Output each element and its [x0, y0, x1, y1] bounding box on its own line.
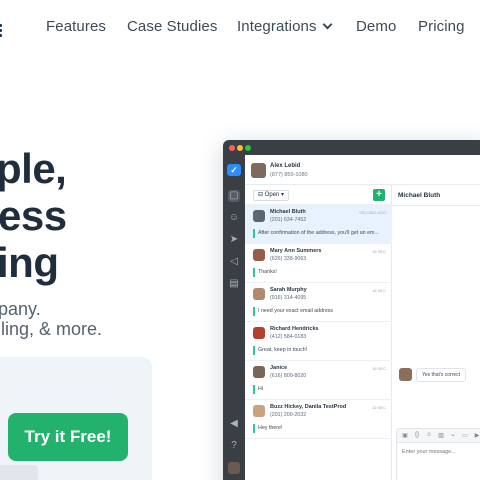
message-preview: Hi [258, 386, 264, 392]
conversation-item[interactable]: Janice (616) 800-8020 16 SEC Hi [245, 361, 392, 400]
window-titlebar [223, 140, 480, 155]
contact-name: Buzz Hickey, Danila TestProd [270, 404, 347, 410]
conversation-time: 16 SEC [372, 366, 386, 371]
nav-integrations-label: Integrations [237, 18, 317, 35]
conversation-item[interactable]: Sarah Murphy (916) 314-4095 16 SEC I nee… [245, 283, 392, 322]
chevron-down-icon [322, 19, 333, 30]
nav-pricing[interactable]: Pricing [418, 18, 465, 35]
conversation-time: 16 SEC [372, 288, 386, 293]
contact-phone: (616) 800-8020 [270, 373, 307, 379]
new-conversation-button[interactable]: + [373, 189, 385, 201]
close-dot-icon [229, 145, 235, 151]
contact-name: Sarah Murphy [270, 287, 307, 293]
send-icon[interactable]: ➤ [228, 234, 240, 246]
chat-icon[interactable]: ▢ [228, 190, 240, 202]
image-icon[interactable]: ▨ [437, 432, 445, 439]
top-nav: Features Case Studies Integrations Demo … [0, 0, 480, 56]
conversation-time: 16 SEC [372, 249, 386, 254]
message-indicator [253, 385, 255, 394]
contact-avatar [253, 210, 265, 222]
message-preview: Hey there! [258, 425, 283, 431]
agent-avatar [399, 368, 412, 381]
conversation-item[interactable]: Buzz Hickey, Danila TestProd (201) 200-2… [245, 400, 392, 439]
nav-features[interactable]: Features [46, 18, 106, 35]
list-toolbar: ⊟ Open ▾ + [245, 185, 392, 205]
contact-name: Mary Ann Summers [270, 248, 322, 254]
message-preview: Thanks! [258, 269, 277, 275]
nav-demo[interactable]: Demo [356, 18, 396, 35]
secondary-button-fragment [0, 465, 38, 480]
message-input[interactable] [402, 449, 480, 455]
user-avatar[interactable] [228, 462, 240, 474]
template-icon[interactable]: ▣ [401, 432, 409, 439]
contact-name: Janice [270, 365, 288, 371]
attachment-icon[interactable]: ⌁ [449, 432, 457, 439]
try-free-button[interactable]: Try it Free! [8, 413, 128, 461]
message-preview: Great, keep in touch! [258, 347, 308, 353]
maximize-dot-icon [245, 145, 251, 151]
contact-avatar [253, 405, 265, 417]
gif-icon[interactable]: ▭ [461, 432, 469, 439]
app-sidebar-rail: ✓ ▢ ☺ ➤ ◁ ▤ ◀ ? [223, 155, 245, 480]
contact-phone: (412) 584-0183 [270, 334, 307, 340]
message-bubble: Yes that's correct [416, 368, 467, 382]
hero-title-line-3: ing [0, 239, 59, 286]
message-preview: I need your exact email address [258, 308, 334, 314]
conversation-list: ⊟ Open ▾ + Michael Bluth (201) 634-7452 … [245, 185, 392, 480]
app-header [245, 155, 480, 185]
composer-toolbar: ▣ {} ☺ ▨ ⌁ ▭ ▶ [397, 429, 480, 443]
header-contact-name: Alex Lebid [270, 163, 301, 169]
message-preview: After confirmation of the address, you'l… [258, 230, 379, 236]
conversation-item[interactable]: Richard Hendricks (412) 584-0183 Great, … [245, 322, 392, 361]
message-indicator [253, 229, 255, 238]
contact-name: Richard Hendricks [270, 326, 319, 332]
megaphone-icon[interactable]: ◀ [228, 418, 240, 430]
inbox-icon: ⊟ [258, 192, 265, 198]
conversation-time: SECOND AGO [359, 210, 386, 215]
hero-subtitle-line-1: pany. [0, 299, 41, 319]
contact-name: Michael Bluth [270, 209, 306, 215]
conversation-item[interactable]: Mary Ann Summers (626) 338-9063 16 SEC T… [245, 244, 392, 283]
contact-avatar [253, 366, 265, 378]
message-indicator [253, 268, 255, 277]
message-indicator [253, 424, 255, 433]
nav-case-studies[interactable]: Case Studies [127, 18, 217, 35]
minimize-dot-icon [237, 145, 243, 151]
chevron-down-icon: ▾ [279, 192, 285, 198]
hero-title-line-2: ess [0, 192, 67, 239]
contacts-icon[interactable]: ☺ [228, 212, 240, 224]
message-indicator [253, 346, 255, 355]
contact-phone: (201) 200-2032 [270, 412, 307, 418]
header-contact-phone: (877) 850-1080 [270, 172, 308, 178]
contact-phone: (201) 634-7452 [270, 217, 307, 223]
status-filter-label: Open [264, 192, 280, 198]
hero-title-line-1: ple, [0, 145, 67, 192]
contact-avatar [253, 249, 265, 261]
contact-avatar [253, 288, 265, 300]
contact-phone: (626) 338-9063 [270, 256, 307, 262]
contact-avatar [253, 327, 265, 339]
code-icon[interactable]: {} [413, 432, 421, 438]
detail-contact-name: Michael Bluth [398, 192, 441, 199]
app-window-mockup: ✓ ▢ ☺ ➤ ◁ ▤ ◀ ? ⊟ Open ▾ + Michael Bluth… [223, 140, 480, 480]
nav-integrations[interactable]: Integrations [237, 18, 333, 35]
hero-subtitle-line-2: lling, & more. [0, 319, 103, 339]
status-filter-dropdown[interactable]: ⊟ Open ▾ [253, 190, 290, 201]
header-avatar [251, 163, 266, 178]
conversation-item[interactable]: Michael Bluth (201) 634-7452 SECOND AGO … [245, 205, 392, 244]
conversation-time: 16 SEC [372, 405, 386, 410]
document-icon[interactable]: ▤ [228, 278, 240, 290]
app-logo-icon: ✓ [227, 164, 241, 176]
broadcast-icon[interactable]: ◁ [228, 256, 240, 268]
contact-phone: (916) 314-4095 [270, 295, 307, 301]
emoji-icon[interactable]: ☺ [425, 432, 433, 438]
message-composer: ▣ {} ☺ ▨ ⌁ ▭ ▶ [396, 428, 480, 480]
video-icon[interactable]: ▶ [473, 432, 480, 439]
help-icon[interactable]: ? [228, 440, 240, 452]
message-indicator [253, 307, 255, 316]
detail-divider [392, 205, 480, 206]
